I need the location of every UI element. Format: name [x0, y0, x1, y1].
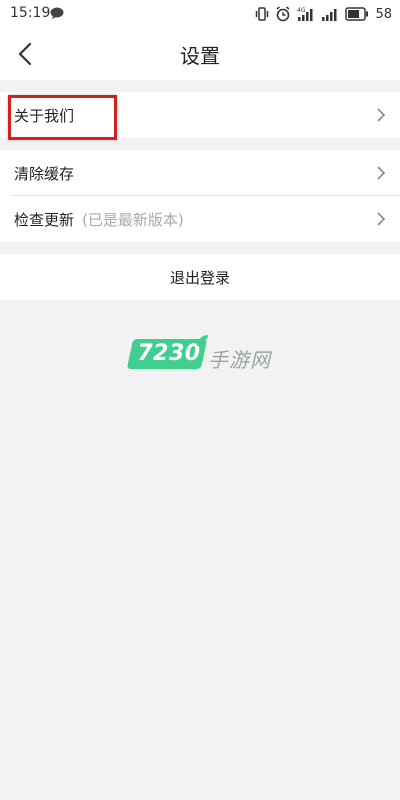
check-update-label: 检查更新 (已是最新版本)	[14, 209, 184, 230]
logout-button[interactable]: 退出登录	[0, 254, 400, 300]
page-title: 设置	[180, 44, 220, 68]
battery-level: 58	[375, 6, 392, 22]
chevron-right-icon	[377, 108, 386, 122]
watermark-text: 手游网	[208, 348, 271, 372]
signal-icon	[322, 9, 337, 21]
vibrate-icon	[256, 7, 269, 21]
highlight-box	[8, 95, 117, 140]
chevron-right-icon	[377, 212, 386, 226]
watermark-number: 7230	[137, 341, 201, 366]
chat-notification-icon	[50, 7, 64, 19]
battery-icon	[345, 7, 369, 21]
status-icons: 4G 58	[255, 4, 392, 24]
settings-group-cache: 清除缓存 检查更新 (已是最新版本)	[0, 150, 400, 242]
alarm-icon	[276, 6, 290, 22]
clear-cache-label: 清除缓存	[14, 165, 75, 183]
status-bar: 15:19 4G 58	[0, 0, 400, 28]
signal-4g-label: 4G	[297, 7, 306, 14]
check-update-status: (已是最新版本)	[82, 211, 184, 229]
clear-cache-row[interactable]: 清除缓存	[0, 150, 400, 196]
watermark-logo: 7230 手游网	[126, 332, 280, 376]
logout-label: 退出登录	[169, 269, 230, 287]
nav-bar: 设置	[0, 28, 400, 80]
chevron-right-icon	[377, 166, 386, 180]
check-update-row[interactable]: 检查更新 (已是最新版本)	[0, 196, 400, 242]
status-time: 15:19	[10, 5, 51, 21]
check-update-title: 检查更新	[14, 211, 75, 229]
signal-4g-icon: 4G	[297, 7, 313, 21]
